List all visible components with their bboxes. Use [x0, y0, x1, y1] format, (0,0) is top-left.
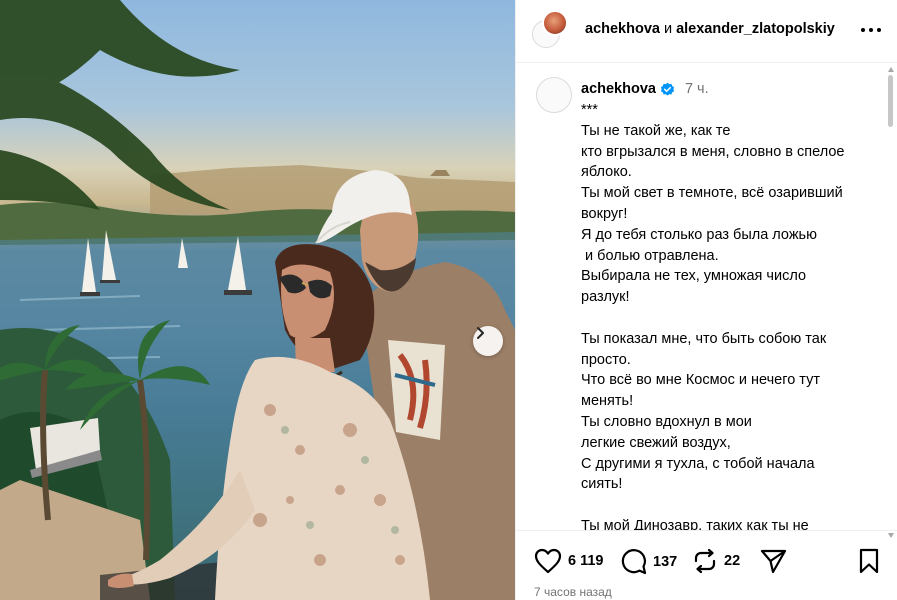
caption-line: Выбирала не тех, умножая число — [581, 268, 807, 285]
caption-line: яблоко. — [581, 164, 632, 181]
more-options-button[interactable] — [861, 20, 881, 40]
repost-icon — [694, 548, 716, 574]
scrollbar-thumb[interactable] — [888, 75, 893, 127]
caption-line: Что всё во мне Космос и нечего тут — [581, 372, 820, 389]
caption-line: Ты словно вдохнул в мои — [581, 413, 752, 430]
caption-time: 7 ч. — [684, 81, 709, 97]
comment-button[interactable]: 137 — [620, 548, 677, 575]
caption-line — [581, 308, 876, 329]
caption-line — [581, 495, 876, 516]
caption-line: сиять! — [581, 476, 623, 493]
caption-line: просто. — [581, 351, 631, 368]
post-timestamp[interactable]: 7 часов назад — [534, 585, 612, 599]
caption-line: *** — [581, 102, 598, 118]
caption-line: Я до тебя столько раз была ложью — [581, 226, 817, 243]
caption-line: и болью отравлена. — [581, 247, 719, 264]
post-photo[interactable] — [0, 0, 515, 600]
repost-button[interactable]: 22 — [692, 548, 740, 574]
caption-line: разлук! — [581, 289, 630, 306]
post-header: achekhova и alexander_zlatopolskiy — [516, 0, 897, 63]
header-conjunction: и — [663, 21, 673, 37]
bookmark-icon — [859, 548, 879, 574]
caption-text: *** Ты не такой же, как те кто вгрызался в… — [581, 100, 876, 530]
heart-icon — [534, 548, 562, 574]
next-photo-button[interactable] — [473, 326, 503, 356]
header-collaborators: achekhova и alexander_zlatopolskiy — [585, 21, 835, 37]
likes-count[interactable]: 6 119 — [568, 553, 604, 569]
comments-count[interactable]: 137 — [653, 554, 677, 570]
caption-line: менять! — [581, 393, 634, 410]
avatar[interactable] — [542, 10, 568, 36]
caption-line: Ты мой свет в темноте, всё озаривший — [581, 185, 843, 202]
share-icon — [760, 549, 787, 574]
verified-icon — [660, 82, 675, 95]
like-button[interactable]: 6 119 — [534, 548, 604, 574]
caption-line: кто вгрызался в меня, словно в спелое — [581, 143, 845, 160]
header-user-a[interactable]: achekhova — [585, 21, 660, 37]
chevron-right-icon — [477, 327, 484, 339]
caption-username[interactable]: achekhova — [581, 81, 656, 97]
comment-icon — [621, 549, 647, 575]
photo-illustration — [0, 0, 515, 600]
caption-area: achekhova 7 ч. *** Ты не такой же, как те… — [516, 63, 897, 530]
share-button[interactable] — [759, 548, 787, 574]
caption-line: Ты показал мне, что быть собою так — [581, 330, 827, 347]
caption-line: С другими я тухла, с тобой начала — [581, 455, 815, 472]
caption-line: легкие свежий воздух, — [581, 434, 731, 451]
post-side-panel: achekhova и alexander_zlatopolskiy achekho… — [515, 0, 897, 600]
caption-line: Ты не такой же, как те — [581, 122, 731, 139]
save-button[interactable] — [858, 548, 880, 574]
post-actions: 6 119 137 22 7 часов назад — [516, 530, 897, 600]
caption-line: вокруг! — [581, 205, 628, 222]
caption-header: achekhova 7 ч. — [581, 81, 709, 97]
header-user-b[interactable]: alexander_zlatopolskiy — [676, 21, 835, 37]
scroll-up-arrow[interactable] — [888, 67, 894, 72]
avatar[interactable] — [536, 77, 572, 113]
caption-line: Ты мой Динозавр, таких как ты не — [581, 517, 809, 530]
reposts-count[interactable]: 22 — [724, 553, 740, 569]
collab-avatars[interactable] — [532, 10, 576, 50]
caption-scrollbar[interactable] — [888, 67, 894, 538]
